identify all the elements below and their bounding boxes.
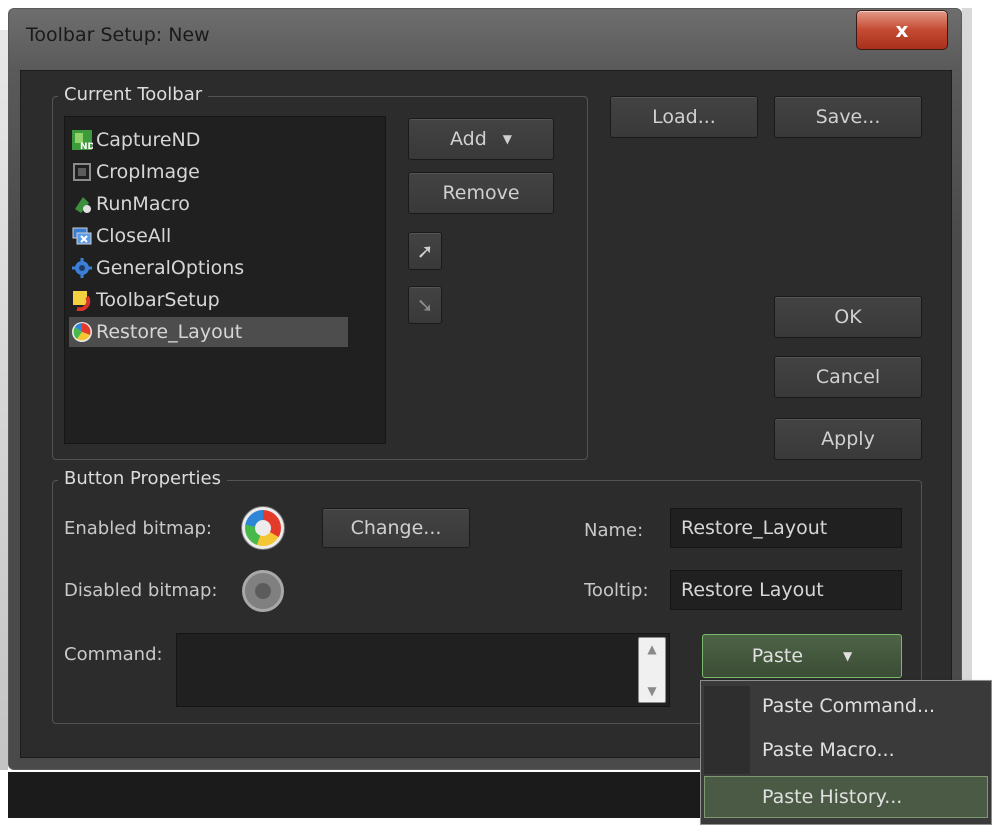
paste-button-label: Paste <box>751 645 804 667</box>
close-all-icon <box>71 225 93 247</box>
list-item[interactable]: ToolbarSetup <box>71 285 220 315</box>
list-item-label: ToolbarSetup <box>96 289 220 311</box>
capture-nd-icon: ND <box>71 129 95 152</box>
disabled-bitmap-preview <box>242 570 284 612</box>
tooltip-field-value: Restore Layout <box>681 579 824 601</box>
command-label: Command: <box>64 644 163 665</box>
list-item[interactable]: RunMacro <box>71 189 190 219</box>
command-scrollbar[interactable]: ▲ ▼ <box>638 637 666 703</box>
name-field[interactable]: Restore_Layout <box>670 508 902 548</box>
arrow-up-icon: ➚ <box>416 239 434 263</box>
cancel-button[interactable]: Cancel <box>774 356 922 398</box>
menu-item-paste-command[interactable]: Paste Command... <box>762 686 935 726</box>
menu-item-paste-history[interactable]: Paste History... <box>762 777 902 817</box>
tooltip-label: Tooltip: <box>584 580 649 601</box>
tooltip-field[interactable]: Restore Layout <box>670 570 902 610</box>
name-label: Name: <box>584 520 644 541</box>
command-input[interactable] <box>176 633 670 707</box>
name-field-value: Restore_Layout <box>681 517 828 539</box>
background-edge <box>0 30 8 770</box>
list-item[interactable]: ND CaptureND <box>71 125 200 155</box>
restore-layout-icon <box>71 321 93 343</box>
scroll-down-icon[interactable]: ▼ <box>639 684 665 698</box>
crop-image-icon <box>71 161 93 183</box>
list-item[interactable]: GeneralOptions <box>71 253 244 283</box>
chevron-down-icon: ▼ <box>843 649 853 663</box>
list-item-label: GeneralOptions <box>96 257 245 279</box>
list-item-label: Restore_Layout <box>96 321 243 343</box>
list-item-label: RunMacro <box>96 193 190 215</box>
list-item[interactable]: CropImage <box>71 157 200 187</box>
load-button[interactable]: Load... <box>610 96 758 138</box>
svg-text:ND: ND <box>80 142 93 151</box>
run-macro-icon <box>71 193 93 215</box>
list-item-label: CropImage <box>96 161 200 183</box>
button-properties-legend: Button Properties <box>58 468 227 489</box>
menu-item-paste-macro[interactable]: Paste Macro... <box>762 730 895 770</box>
list-item-label: CloseAll <box>96 225 172 247</box>
ok-button[interactable]: OK <box>774 296 922 338</box>
move-up-button[interactable]: ➚ <box>408 232 442 270</box>
arrow-down-icon: ➘ <box>416 293 434 317</box>
remove-button[interactable]: Remove <box>408 172 554 214</box>
close-button[interactable]: x <box>856 10 948 50</box>
paste-menu-items: Paste Command... Paste Macro... Paste Hi… <box>700 680 992 825</box>
window-title: Toolbar Setup: New <box>26 24 210 46</box>
close-icon: x <box>895 18 909 42</box>
save-button[interactable]: Save... <box>774 96 922 138</box>
scroll-up-icon[interactable]: ▲ <box>639 642 665 656</box>
background-edge <box>962 8 972 770</box>
current-toolbar-legend: Current Toolbar <box>58 84 209 105</box>
list-item[interactable]: CloseAll <box>71 221 171 251</box>
disabled-bitmap-label: Disabled bitmap: <box>64 580 218 601</box>
add-button-label: Add <box>449 128 487 150</box>
move-down-button[interactable]: ➘ <box>408 286 442 324</box>
chevron-down-icon: ▼ <box>502 132 513 146</box>
list-item-label: CaptureND <box>96 129 201 151</box>
apply-button[interactable]: Apply <box>774 418 922 460</box>
enabled-bitmap-preview <box>242 507 284 549</box>
toolbar-commands-list[interactable]: ND CaptureND CropImage RunMacro CloseAll… <box>64 116 386 444</box>
add-button[interactable]: Add ▼ <box>408 118 554 160</box>
enabled-bitmap-label: Enabled bitmap: <box>64 518 212 539</box>
list-item-selected[interactable]: Restore_Layout <box>69 317 348 347</box>
change-bitmap-button[interactable]: Change... <box>322 508 470 548</box>
paste-dropdown-button[interactable]: Paste ▼ <box>702 634 902 678</box>
gear-icon <box>71 257 93 279</box>
toolbar-setup-icon <box>71 289 93 312</box>
